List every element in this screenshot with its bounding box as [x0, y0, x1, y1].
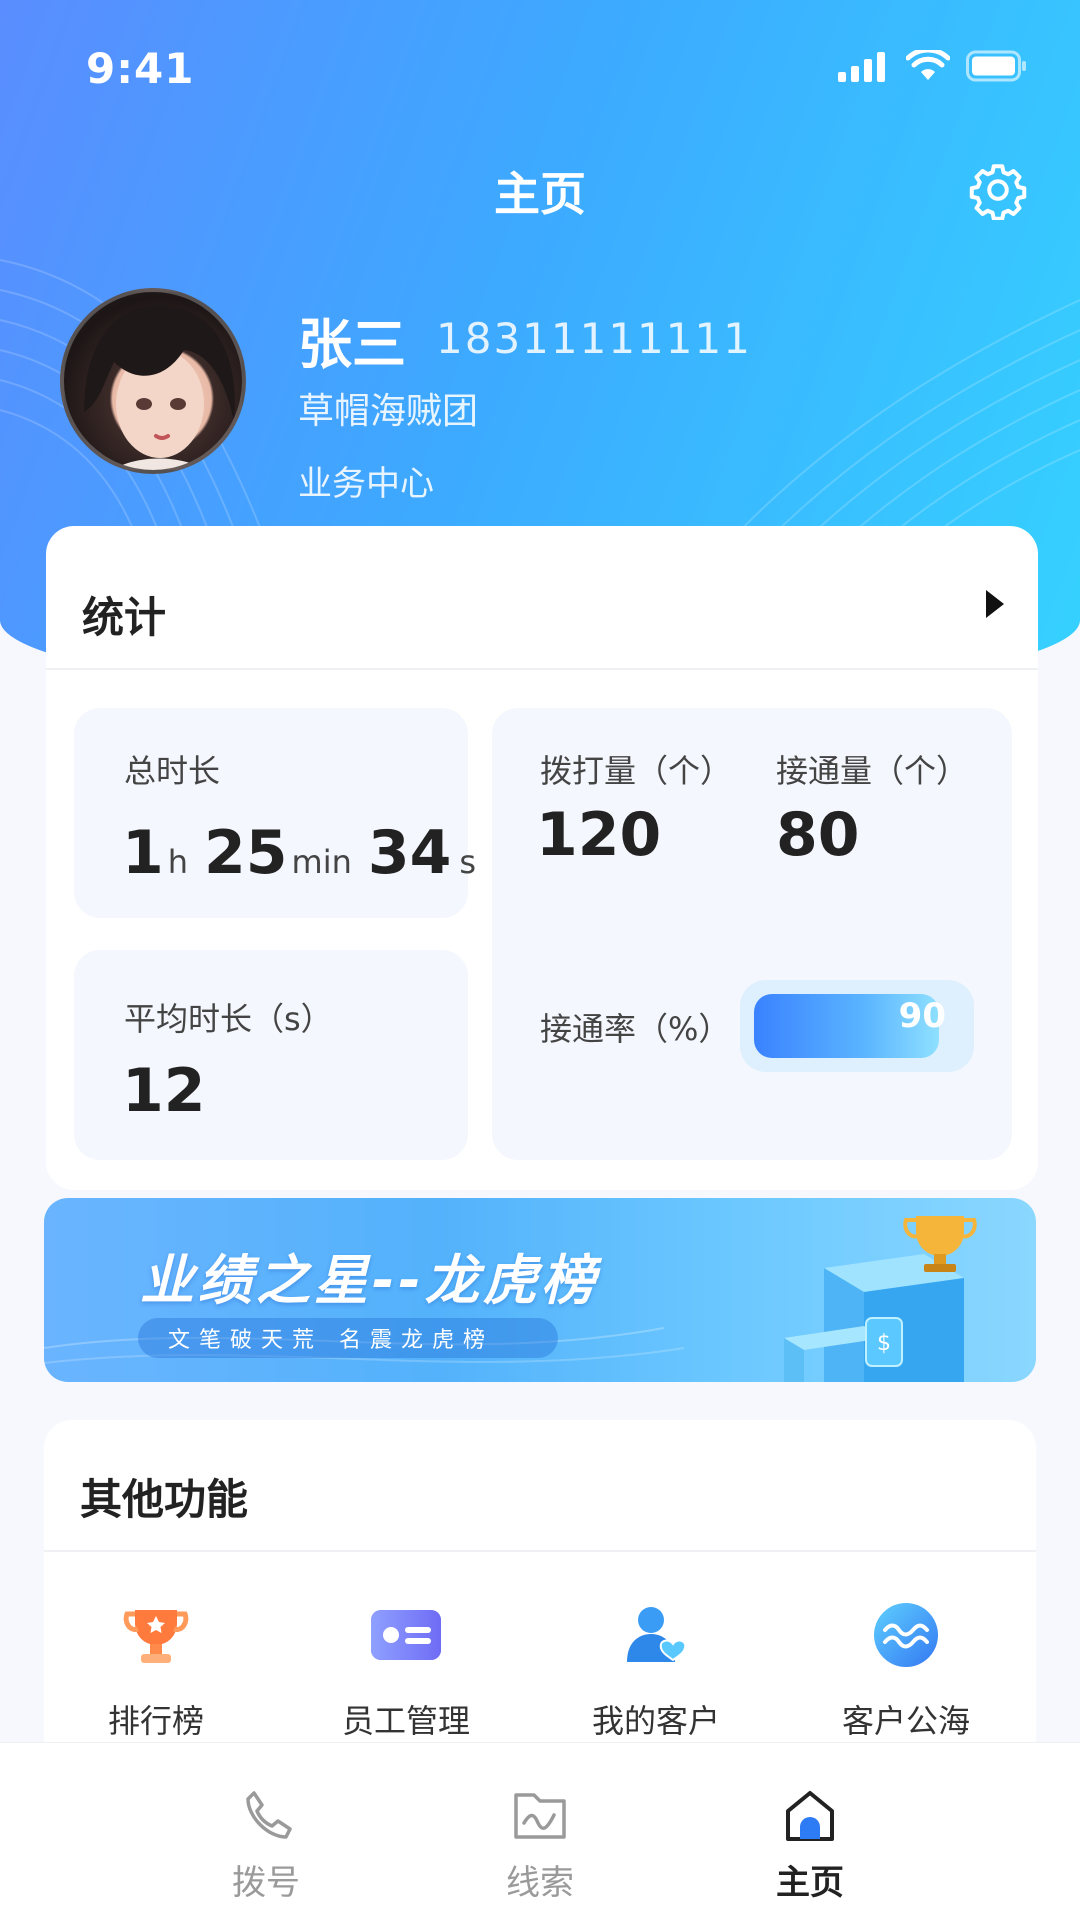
page-title: 主页 — [494, 167, 586, 221]
call-stats-tile: 拨打量（个） 120 接通量（个） 80 接通率（%） — [492, 708, 1012, 1160]
avatar[interactable] — [60, 288, 246, 474]
hours-value: 1 — [122, 818, 164, 888]
connect-rate-value: 90 — [898, 996, 946, 1036]
battery-icon — [966, 50, 1026, 82]
stats-header[interactable]: 统计 — [46, 526, 1038, 670]
home-icon — [786, 1791, 834, 1841]
tab-home-label: 主页 — [776, 1863, 844, 1903]
other-functions-card: 其他功能 排行榜 员工管理 我的客户 客户公海 — [44, 1420, 1036, 1750]
function-staff-management-label: 员工管理 — [341, 1702, 470, 1740]
function-my-customers[interactable]: 我的客户 — [556, 1600, 756, 1750]
tab-dial-label: 拨号 — [232, 1863, 300, 1903]
dial-count-label: 拨打量（个） — [540, 752, 733, 790]
podium-icon: $ — [784, 1254, 964, 1382]
trophy-icon — [123, 1610, 189, 1663]
minutes-unit: min — [291, 843, 352, 881]
other-functions-title: 其他功能 — [80, 1475, 249, 1524]
other-functions-header: 其他功能 — [44, 1420, 1036, 1552]
status-time: 9:41 — [86, 44, 195, 93]
total-duration-value: 1 h 25 min 34 s — [122, 818, 476, 888]
tab-leads[interactable]: 线索 — [440, 1743, 640, 1920]
function-customer-pool-label: 客户公海 — [841, 1702, 970, 1740]
avatar-portrait-icon — [84, 305, 235, 470]
profile-name: 张三 — [298, 313, 406, 376]
total-duration-tile: 总时长 1 h 25 min 34 s — [74, 708, 476, 918]
function-my-customers-label: 我的客户 — [591, 1702, 720, 1740]
function-staff-management[interactable]: 员工管理 — [306, 1600, 506, 1750]
connect-count-value: 80 — [776, 800, 860, 870]
profile-dept: 业务中心 — [298, 464, 434, 504]
tab-dial[interactable]: 拨号 — [166, 1743, 366, 1920]
svg-text:$: $ — [877, 1331, 891, 1356]
status-icons — [838, 50, 1028, 82]
function-leaderboard-label: 排行榜 — [107, 1702, 204, 1740]
banner-subtitle: 文笔破天荒 名震龙虎榜 — [168, 1328, 494, 1353]
dial-count-value: 120 — [536, 800, 662, 870]
banner-title: 业绩之星--龙虎榜 — [140, 1249, 599, 1312]
function-leaderboard[interactable]: 排行榜 — [56, 1600, 256, 1750]
wifi-icon — [906, 50, 950, 80]
bottom-tab-bar: 拨号 线索 主页 — [0, 1742, 1080, 1920]
function-customer-pool[interactable]: 客户公海 — [806, 1600, 1006, 1750]
waves-icon — [874, 1603, 938, 1667]
connect-rate-label: 接通率（%） — [540, 1010, 731, 1048]
avg-duration-label: 平均时长（s） — [124, 1000, 333, 1038]
minutes-value: 25 — [204, 818, 288, 888]
user-heart-icon — [627, 1607, 687, 1662]
connect-count-label: 接通量（个） — [776, 752, 969, 790]
id-card-icon — [371, 1610, 441, 1660]
chevron-right-icon[interactable] — [986, 590, 1004, 618]
avg-duration-tile: 平均时长（s） 12 — [74, 950, 468, 1160]
banner-subtitle-pill: 文笔破天荒 名震龙虎榜 — [138, 1318, 558, 1358]
phone-icon — [246, 1791, 292, 1839]
signal-icon — [838, 52, 885, 82]
status-bar: 9:41 — [0, 0, 1080, 140]
profile-org: 草帽海贼团 — [298, 391, 479, 432]
total-duration-label: 总时长 — [124, 752, 221, 790]
hours-unit: h — [167, 843, 189, 881]
leaderboard-banner[interactable]: $ 业绩之星--龙虎榜 文笔破天荒 名震龙虎榜 — [44, 1198, 1036, 1382]
stats-title: 统计 — [82, 593, 167, 642]
avg-duration-value: 12 — [122, 1056, 206, 1126]
settings-gear-icon[interactable] — [968, 160, 1028, 220]
seconds-value: 34 — [367, 818, 452, 888]
folder-wave-icon — [514, 1793, 566, 1839]
seconds-unit: s — [459, 843, 477, 881]
connect-rate-pill: 90 — [740, 980, 974, 1072]
tab-home[interactable]: 主页 — [710, 1743, 910, 1920]
profile-phone: 18311111111 — [436, 314, 752, 363]
tab-leads-label: 线索 — [506, 1863, 574, 1903]
